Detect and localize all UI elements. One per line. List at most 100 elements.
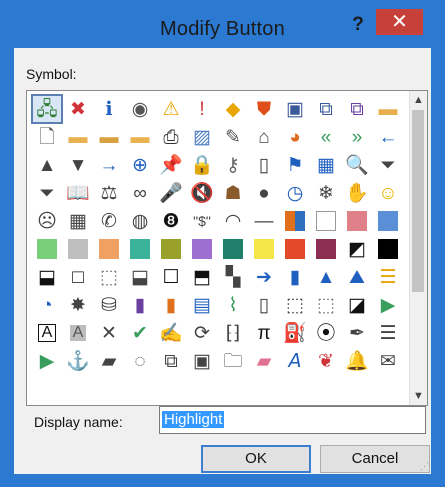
book-icon[interactable]: 📖	[64, 180, 92, 206]
top-bar-square-icon[interactable]: ⬒	[188, 264, 216, 290]
diagonal-square-icon[interactable]: ◪	[343, 292, 371, 318]
ok-button[interactable]: OK	[201, 445, 311, 473]
user-icon[interactable]: ●	[250, 180, 278, 206]
shield-icon[interactable]: ⛊	[250, 96, 278, 122]
dotted-square-icon[interactable]: ⬚	[95, 264, 123, 290]
triangle-up-icon[interactable]: ▲	[33, 152, 61, 178]
yellow-square-icon[interactable]	[250, 236, 278, 262]
back-arrow-icon[interactable]: ←	[374, 124, 402, 150]
dash-icon[interactable]: —	[250, 208, 278, 234]
purple-square-icon[interactable]	[188, 236, 216, 262]
arrow-right-icon[interactable]: →	[95, 152, 123, 178]
person-icon[interactable]: ☗	[219, 180, 247, 206]
olive-square-icon[interactable]	[157, 236, 185, 262]
smiley-icon[interactable]: ☺	[374, 180, 402, 206]
bottom-bar-square-icon[interactable]: ⬓	[33, 264, 61, 290]
dark-teal-square-icon[interactable]	[219, 236, 247, 262]
triangle-flag-icon[interactable]: ▶	[374, 292, 402, 318]
magic-wand-icon[interactable]: ✒	[343, 320, 371, 346]
save-icon[interactable]: ▣	[281, 96, 309, 122]
warning-icon[interactable]: ⚠	[157, 96, 185, 122]
search-icon[interactable]: 🔍	[343, 152, 371, 178]
snowflake-icon[interactable]: ❄	[312, 180, 340, 206]
link-icon[interactable]: ∞	[126, 180, 154, 206]
exclamation-icon[interactable]: !	[188, 96, 216, 122]
phone-icon[interactable]: ✆	[95, 208, 123, 234]
maroon-square-icon[interactable]	[312, 236, 340, 262]
bold-border-square-icon[interactable]: □	[64, 264, 92, 290]
title-bar[interactable]: Modify Button ? ✕	[6, 6, 439, 48]
brackets-icon[interactable]: ⁅⁆	[219, 320, 247, 346]
new-document-icon[interactable]: 🗋	[33, 124, 61, 150]
triangle-down-icon[interactable]: ▼	[64, 152, 92, 178]
circle-back-icon[interactable]: ⊕	[126, 152, 154, 178]
open-folder-icon[interactable]: ▬	[64, 124, 92, 150]
play-icon[interactable]: ▶	[33, 348, 61, 374]
rewind-icon[interactable]: «	[312, 124, 340, 150]
pink-square-icon[interactable]	[343, 208, 371, 234]
lasso-icon[interactable]: ◌	[126, 348, 154, 374]
teal-square-icon[interactable]	[126, 236, 154, 262]
lock-icon[interactable]: 🔒	[188, 152, 216, 178]
fast-forward-icon[interactable]: »	[343, 124, 371, 150]
org-chart-icon[interactable]: 🖧	[31, 94, 63, 124]
scales-icon[interactable]: ⚖	[95, 180, 123, 206]
gray-text-icon[interactable]: A	[64, 320, 92, 346]
anchor-icon[interactable]: ⚓	[64, 348, 92, 374]
cross-icon[interactable]: ✕	[95, 320, 123, 346]
portrait-icon[interactable]: ▣	[188, 348, 216, 374]
dotted-frame-icon[interactable]: ⬚	[312, 292, 340, 318]
close-button[interactable]: ✕	[376, 9, 423, 35]
mountain-icon[interactable]: ⛰	[343, 264, 371, 290]
diamond-warning-icon[interactable]: ◆	[219, 96, 247, 122]
piggy-bank-icon[interactable]: ◍	[126, 208, 154, 234]
half-black-square-icon[interactable]: ◩	[343, 236, 371, 262]
database-icon[interactable]: ⛁	[95, 292, 123, 318]
symbol-picker[interactable]: 🖧 ✖ ℹ ◉ ⚠! ◆ ⛊ ▣ ⧉ ⧉ ▬ 🗋 ▬ ▬ ▬ ⎙ ▨ ✎ ⌂ ◕ «» ← ▲ ▼ → ⊕ 📌 🔒 ⚷ ▯ ⚑ ▦ 🔍 ⏷ ⏷ 📖 ⚖ ∞…	[26, 90, 428, 406]
spider-web-icon[interactable]: ✸	[64, 292, 92, 318]
blank-page-icon[interactable]: ▯	[250, 292, 278, 318]
mute-icon[interactable]: 🔇	[188, 180, 216, 206]
print-icon[interactable]: ⎙	[157, 124, 185, 150]
butterfly-icon[interactable]: ❦	[312, 348, 340, 374]
save-as-icon[interactable]: ⧉	[343, 96, 371, 122]
picture-icon[interactable]: ▨	[188, 124, 216, 150]
refresh-icon[interactable]: ⟳	[188, 320, 216, 346]
eight-ball-icon[interactable]: ❽	[157, 208, 185, 234]
eye-icon[interactable]: ◠	[219, 208, 247, 234]
binoculars-icon[interactable]: ⦿	[312, 320, 340, 346]
calendar-icon[interactable]: ▦	[312, 152, 340, 178]
save-all-icon[interactable]: ⧉	[312, 96, 340, 122]
help-button[interactable]: ?	[343, 12, 373, 38]
record-icon[interactable]: ◉	[126, 96, 154, 122]
cancel-button[interactable]: Cancel	[320, 445, 430, 473]
clock-icon[interactable]: ◷	[281, 180, 309, 206]
microphone-icon[interactable]: 🎤	[157, 180, 185, 206]
black-square-icon[interactable]	[374, 236, 402, 262]
chart-edit-icon[interactable]: ✍	[157, 320, 185, 346]
checker-square-icon[interactable]: ▚	[219, 264, 247, 290]
document-edit-icon[interactable]: ✎	[219, 124, 247, 150]
pin-icon[interactable]: 📌	[157, 152, 185, 178]
toolbox-icon[interactable]: ▰	[95, 348, 123, 374]
blue-square-icon[interactable]	[374, 208, 402, 234]
bar-chart-icon[interactable]: ▮	[281, 264, 309, 290]
bell-icon[interactable]: 🔔	[343, 348, 371, 374]
white-square-icon[interactable]	[312, 208, 340, 234]
flag-icon[interactable]: ⚑	[281, 152, 309, 178]
pyramid-icon[interactable]: ▲	[312, 264, 340, 290]
bullet-list-icon[interactable]: ☰	[374, 320, 402, 346]
gray-square-icon[interactable]	[64, 236, 92, 262]
folder-move-icon[interactable]: ▬	[126, 124, 154, 150]
scroll-up-icon[interactable]: ▲	[410, 91, 427, 109]
mid-bar-square-icon[interactable]: ⬓	[126, 264, 154, 290]
sad-face-icon[interactable]: ☹	[33, 208, 61, 234]
orange-square-icon[interactable]	[95, 236, 123, 262]
dotted-page-icon[interactable]: ⬚	[281, 292, 309, 318]
line-chart-icon[interactable]: ⌇	[219, 292, 247, 318]
check-icon[interactable]: ✔	[126, 320, 154, 346]
page-icon[interactable]: ▯	[250, 152, 278, 178]
envelope-open-icon[interactable]: ✉	[374, 348, 402, 374]
pi-icon[interactable]: π	[250, 320, 278, 346]
green-square-icon[interactable]	[33, 236, 61, 262]
